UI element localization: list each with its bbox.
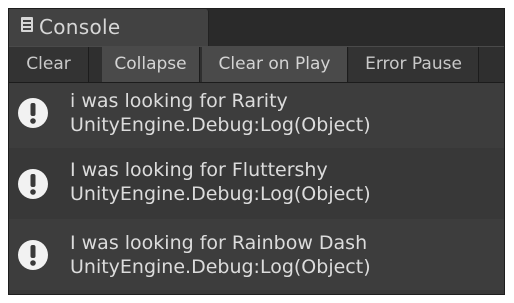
info-icon [18, 98, 48, 128]
log-message: I was looking for Fluttershy [70, 159, 328, 181]
tab-console[interactable]: Console [9, 9, 209, 46]
clear-button[interactable]: Clear [9, 47, 89, 82]
console-window: Console Clear Collapse Clear on Play Err… [8, 8, 505, 295]
tab-label: Console [39, 15, 121, 39]
info-icon [18, 169, 48, 199]
log-list: i was looking for Rarity UnityEngine.Deb… [9, 83, 504, 294]
log-stack-trace: UnityEngine.Debug:Log(Object) [70, 183, 371, 205]
info-icon [18, 240, 48, 270]
log-stack-trace: UnityEngine.Debug:Log(Object) [70, 114, 371, 136]
log-message: I was looking for Rainbow Dash [70, 232, 368, 254]
log-message: i was looking for Rarity [70, 90, 288, 112]
log-entry[interactable]: I was looking for Rainbow Dash UnityEngi… [9, 219, 504, 290]
console-toolbar: Clear Collapse Clear on Play Error Pause [9, 46, 504, 83]
log-stack-trace: UnityEngine.Debug:Log(Object) [70, 256, 371, 278]
console-icon [21, 17, 33, 32]
log-entry[interactable]: i was looking for Rarity UnityEngine.Deb… [9, 83, 504, 148]
tab-strip: Console [9, 9, 504, 46]
error-pause-toggle[interactable]: Error Pause [349, 47, 479, 82]
collapse-toggle[interactable]: Collapse [102, 47, 200, 82]
clear-on-play-toggle[interactable]: Clear on Play [202, 47, 348, 82]
log-entry[interactable]: I was looking for Fluttershy UnityEngine… [9, 148, 504, 219]
